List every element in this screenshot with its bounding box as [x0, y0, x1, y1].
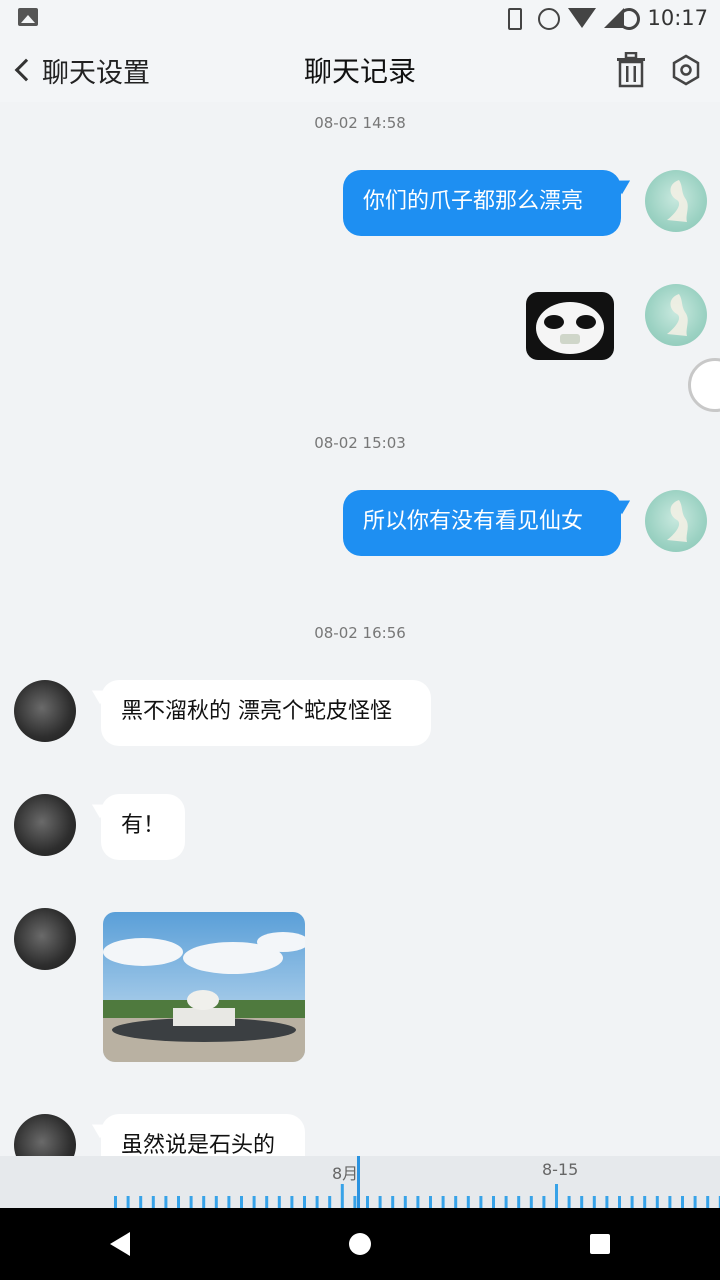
timeline-tick	[668, 1196, 672, 1208]
alarm-icon	[538, 8, 560, 30]
status-time: 10:17	[647, 6, 708, 30]
timeline-tick	[265, 1196, 269, 1208]
nav-home-icon[interactable]	[349, 1233, 371, 1255]
timeline-tick	[240, 1196, 243, 1208]
contact-avatar[interactable]	[14, 1114, 76, 1156]
timeline-tick	[479, 1196, 483, 1208]
chat-history[interactable]: 08-02 14:58 你们的爪子都那么漂亮 08-02 15:03 所以你有没…	[0, 102, 720, 1156]
timeline-tick	[202, 1196, 206, 1208]
timeline-tick	[567, 1196, 571, 1208]
timeline-tick	[353, 1196, 357, 1208]
page-title: 聊天记录	[303, 55, 416, 88]
timeline-tick	[618, 1196, 621, 1208]
timeline-tick	[391, 1196, 395, 1208]
wifi-icon	[568, 8, 596, 28]
timeline-tick	[164, 1196, 168, 1208]
timeline-ticks	[114, 1184, 720, 1208]
timeline-tick	[643, 1196, 647, 1208]
timeline-tick	[492, 1196, 495, 1208]
timeline-tick	[416, 1196, 420, 1208]
status-bar: 10:17	[0, 0, 720, 38]
my-avatar[interactable]	[645, 284, 707, 346]
timeline-tick	[542, 1196, 546, 1208]
phone-icon	[508, 8, 522, 30]
ring-icon	[618, 8, 640, 30]
timeline-tick	[529, 1196, 533, 1208]
timeline-tick	[429, 1196, 432, 1208]
timeline-tick	[517, 1196, 521, 1208]
contact-avatar[interactable]	[14, 680, 76, 742]
message-bubble-incoming[interactable]: 黑不溜秋的 漂亮个蛇皮怪怪	[101, 680, 431, 746]
timeline-tick	[214, 1196, 218, 1208]
timeline-tick	[328, 1196, 332, 1208]
nav-recent-icon[interactable]	[590, 1234, 610, 1254]
image-message[interactable]	[103, 912, 305, 1062]
image-icon	[18, 8, 38, 26]
timeline-tick	[340, 1184, 344, 1208]
timeline-tick	[555, 1184, 558, 1208]
header: 聊天设置 聊天记录	[0, 38, 720, 102]
contact-avatar[interactable]	[14, 794, 76, 856]
settings-icon[interactable]	[670, 54, 702, 86]
timeline-tick	[693, 1196, 697, 1208]
timeline-tick	[277, 1196, 281, 1208]
timeline-tick	[303, 1196, 306, 1208]
timeline-tick	[315, 1196, 319, 1208]
timeline-tick	[189, 1196, 193, 1208]
message-bubble-outgoing[interactable]: 所以你有没有看见仙女	[343, 490, 621, 556]
floating-assistive-button[interactable]	[688, 358, 720, 412]
timeline-tick	[139, 1196, 143, 1208]
timestamp: 08-02 15:03	[314, 434, 406, 452]
my-avatar[interactable]	[645, 170, 707, 232]
timeline-tick	[605, 1196, 609, 1208]
timeline-tick	[290, 1196, 294, 1208]
message-bubble-incoming[interactable]: 虽然说是石头的	[101, 1114, 305, 1156]
timeline-tick	[706, 1196, 710, 1208]
timeline-tick	[454, 1196, 458, 1208]
timeline-tick	[252, 1196, 256, 1208]
panda-sticker[interactable]	[524, 290, 616, 362]
timeline-tick	[403, 1196, 407, 1208]
timeline-tick	[366, 1196, 369, 1208]
timeline-tick	[681, 1196, 684, 1208]
timeline-tick	[592, 1196, 596, 1208]
timestamp: 08-02 16:56	[314, 624, 406, 642]
timeline-tick	[630, 1196, 634, 1208]
timeline-tick	[441, 1196, 445, 1208]
timeline-tick	[114, 1196, 117, 1208]
timeline-current-marker[interactable]	[357, 1156, 360, 1208]
trash-icon[interactable]	[615, 52, 647, 88]
timeline-tick	[504, 1196, 508, 1208]
my-avatar[interactable]	[645, 490, 707, 552]
timeline-tick	[580, 1196, 584, 1208]
contact-avatar[interactable]	[14, 908, 76, 970]
timeline-tick	[151, 1196, 155, 1208]
timeline-tick	[227, 1196, 231, 1208]
timeline-tick	[655, 1196, 659, 1208]
timeline-tick	[466, 1196, 470, 1208]
date-timeline[interactable]: 8月 8-15	[0, 1156, 720, 1208]
timestamp: 08-02 14:58	[314, 114, 406, 132]
timeline-tick	[378, 1196, 382, 1208]
message-bubble-outgoing[interactable]: 你们的爪子都那么漂亮	[343, 170, 621, 236]
timeline-tick	[177, 1196, 180, 1208]
message-bubble-incoming[interactable]: 有！	[101, 794, 185, 860]
system-nav-bar	[0, 1208, 720, 1280]
timeline-tick	[126, 1196, 130, 1208]
nav-back-icon[interactable]	[110, 1232, 130, 1256]
